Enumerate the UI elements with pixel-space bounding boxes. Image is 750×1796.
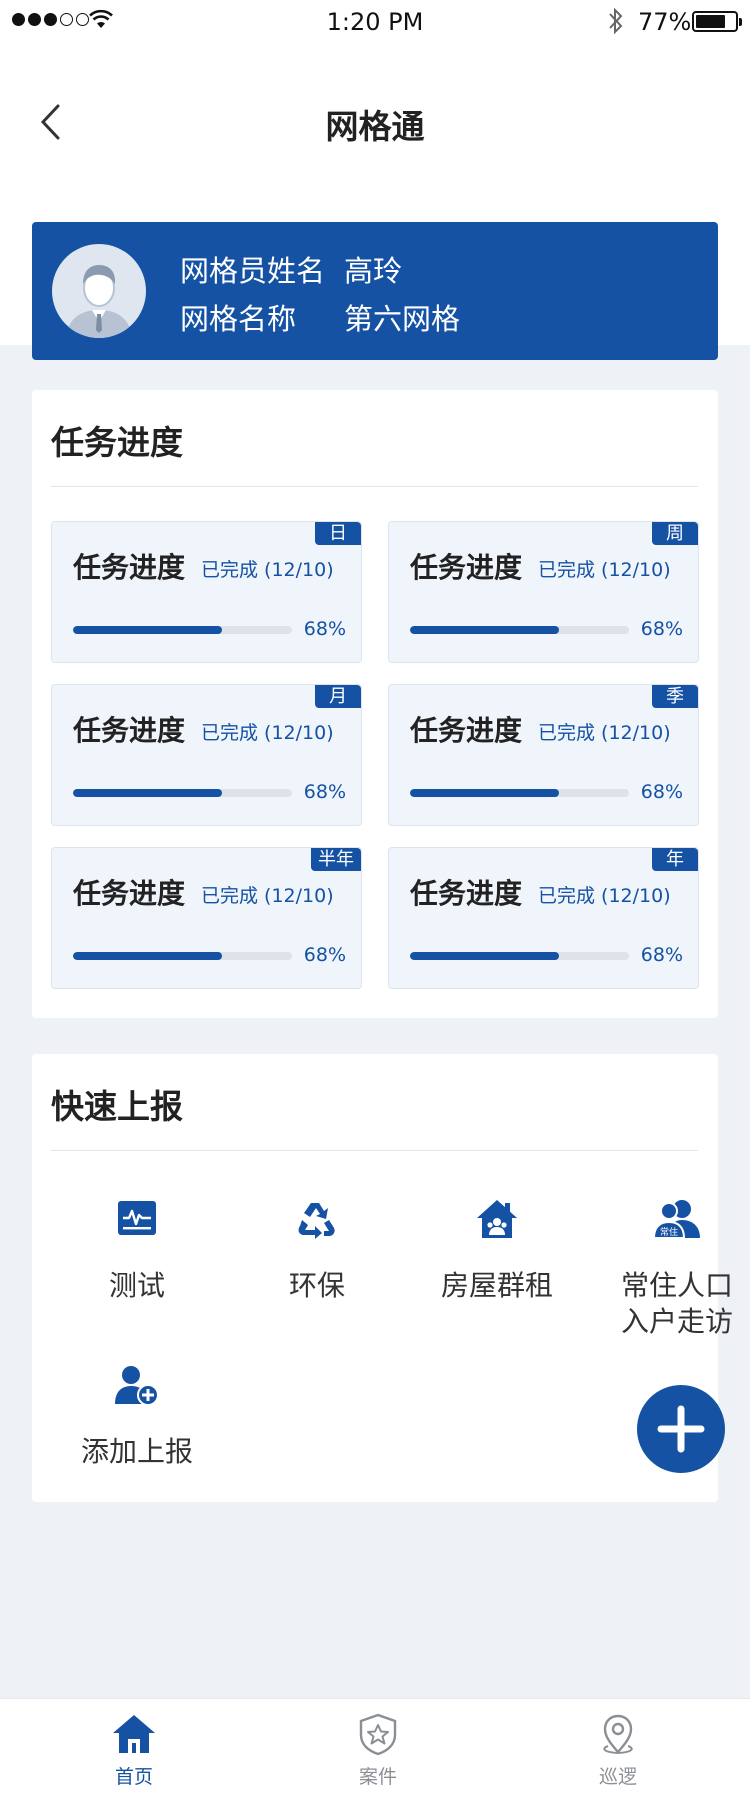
quick-item-resident-visit[interactable]: 常住 常住人口 入户走访 bbox=[592, 1198, 750, 1340]
name-label: 网格员姓名 bbox=[180, 254, 326, 288]
quick-item-label: 添加上报 bbox=[80, 1435, 193, 1468]
resident-badge: 常住 bbox=[660, 1226, 678, 1238]
grid-value: 第六网格 bbox=[344, 302, 461, 336]
tab-cases[interactable]: 案件 bbox=[318, 1713, 438, 1789]
name-value: 高玲 bbox=[344, 254, 403, 288]
task-completed-count: 已完成 (12/10) bbox=[201, 722, 334, 744]
period-badge: 季 bbox=[652, 685, 698, 708]
resident-users-icon: 常住 bbox=[652, 1200, 700, 1239]
quick-item-test[interactable]: 测试 bbox=[52, 1198, 222, 1304]
page-title: 网格通 bbox=[325, 107, 425, 146]
progress-percent: 68% bbox=[640, 944, 683, 966]
profile-card: 网格员姓名 高玲 网格名称 第六网格 bbox=[32, 222, 718, 360]
progress-percent: 68% bbox=[640, 618, 683, 640]
task-progress-tile[interactable]: 季任务进度 已完成 (12/10) 68% bbox=[388, 684, 699, 826]
grid-label: 网格名称 bbox=[180, 302, 297, 336]
section-title-progress: 任务进度 bbox=[51, 423, 183, 462]
location-pin-icon bbox=[603, 1714, 633, 1755]
status-bar: 1:20 PM 77% bbox=[0, 0, 750, 44]
task-progress-tile[interactable]: 周任务进度 已完成 (12/10) 68% bbox=[388, 521, 699, 663]
task-completed-count: 已完成 (12/10) bbox=[201, 559, 334, 581]
task-completed-count: 已完成 (12/10) bbox=[538, 559, 671, 581]
quick-item-environment[interactable]: 环保 bbox=[232, 1198, 402, 1304]
task-title: 任务进度 bbox=[73, 877, 186, 910]
quick-item-label: 环保 bbox=[288, 1269, 345, 1302]
progress-bar-fill bbox=[410, 626, 559, 634]
tab-bar: 首页 案件 巡逻 bbox=[0, 1698, 750, 1796]
plus-icon bbox=[657, 1405, 705, 1453]
monitor-icon bbox=[118, 1201, 156, 1235]
period-badge: 月 bbox=[315, 685, 361, 708]
progress-bar bbox=[410, 952, 629, 960]
period-badge: 年 bbox=[652, 848, 698, 871]
avatar bbox=[52, 244, 146, 338]
task-title: 任务进度 bbox=[410, 714, 523, 747]
period-badge: 周 bbox=[652, 522, 698, 545]
progress-bar bbox=[410, 626, 629, 634]
quick-report-card: 快速上报 测试 环保 房屋群租 常住 常住人口 入户走访 添加上报 bbox=[32, 1054, 733, 1502]
task-title: 任务进度 bbox=[73, 551, 186, 584]
progress-bar bbox=[73, 626, 292, 634]
battery-icon bbox=[692, 11, 742, 32]
progress-bar bbox=[73, 789, 292, 797]
task-completed-count: 已完成 (12/10) bbox=[538, 722, 671, 744]
add-user-icon bbox=[115, 1366, 159, 1406]
home-icon bbox=[113, 1715, 155, 1753]
task-progress-tile[interactable]: 半年任务进度 已完成 (12/10) 68% bbox=[51, 847, 362, 989]
shield-star-icon bbox=[359, 1713, 397, 1756]
quick-item-house-rental[interactable]: 房屋群租 bbox=[412, 1198, 582, 1304]
task-progress-tile[interactable]: 日任务进度 已完成 (12/10) 68% bbox=[51, 521, 362, 663]
recycle-icon bbox=[298, 1203, 335, 1239]
tab-label-cases: 案件 bbox=[358, 1766, 397, 1788]
add-fab-button[interactable] bbox=[637, 1385, 725, 1473]
progress-bar bbox=[73, 952, 292, 960]
task-title: 任务进度 bbox=[73, 714, 186, 747]
task-completed-count: 已完成 (12/10) bbox=[538, 885, 671, 907]
quick-item-label-line2: 入户走访 bbox=[620, 1305, 733, 1338]
battery-percent: 77% bbox=[638, 8, 692, 36]
progress-bar-fill bbox=[73, 952, 222, 960]
tab-patrol[interactable]: 巡逻 bbox=[558, 1713, 678, 1789]
quick-item-add-report[interactable]: 添加上报 bbox=[52, 1364, 222, 1470]
period-badge: 半年 bbox=[311, 848, 361, 871]
quick-item-label: 测试 bbox=[108, 1269, 165, 1302]
divider bbox=[51, 486, 698, 487]
quick-item-label: 常住人口 入户走访 bbox=[592, 1268, 750, 1340]
quick-item-label-line1: 常住人口 bbox=[620, 1269, 733, 1302]
progress-bar-fill bbox=[410, 789, 559, 797]
progress-percent: 68% bbox=[303, 618, 346, 640]
task-title: 任务进度 bbox=[410, 551, 523, 584]
progress-percent: 68% bbox=[640, 781, 683, 803]
task-title: 任务进度 bbox=[410, 877, 523, 910]
bluetooth-icon bbox=[609, 7, 623, 35]
user-avatar-icon bbox=[66, 265, 132, 338]
tab-label-home: 首页 bbox=[114, 1766, 153, 1788]
section-title-quick-report: 快速上报 bbox=[51, 1087, 183, 1126]
tab-home[interactable]: 首页 bbox=[74, 1713, 194, 1789]
task-progress-tile[interactable]: 年任务进度 已完成 (12/10) 68% bbox=[388, 847, 699, 989]
name-row: 网格员姓名 高玲 bbox=[180, 248, 402, 290]
tab-label-patrol: 巡逻 bbox=[598, 1766, 637, 1788]
divider bbox=[51, 1150, 698, 1151]
progress-bar-fill bbox=[410, 952, 559, 960]
task-completed-count: 已完成 (12/10) bbox=[201, 885, 334, 907]
progress-percent: 68% bbox=[303, 781, 346, 803]
house-group-icon bbox=[477, 1200, 517, 1238]
period-badge: 日 bbox=[315, 522, 361, 545]
task-progress-card: 任务进度 日任务进度 已完成 (12/10) 68% 周任务进度 已完成 (12/10)… bbox=[32, 390, 718, 1018]
progress-percent: 68% bbox=[303, 944, 346, 966]
progress-bar bbox=[410, 789, 629, 797]
grid-row: 网格名称 第六网格 bbox=[180, 296, 460, 338]
progress-bar-fill bbox=[73, 626, 222, 634]
task-progress-tile[interactable]: 月任务进度 已完成 (12/10) 68% bbox=[51, 684, 362, 826]
progress-bar-fill bbox=[73, 789, 222, 797]
quick-item-label: 房屋群租 bbox=[440, 1269, 553, 1302]
